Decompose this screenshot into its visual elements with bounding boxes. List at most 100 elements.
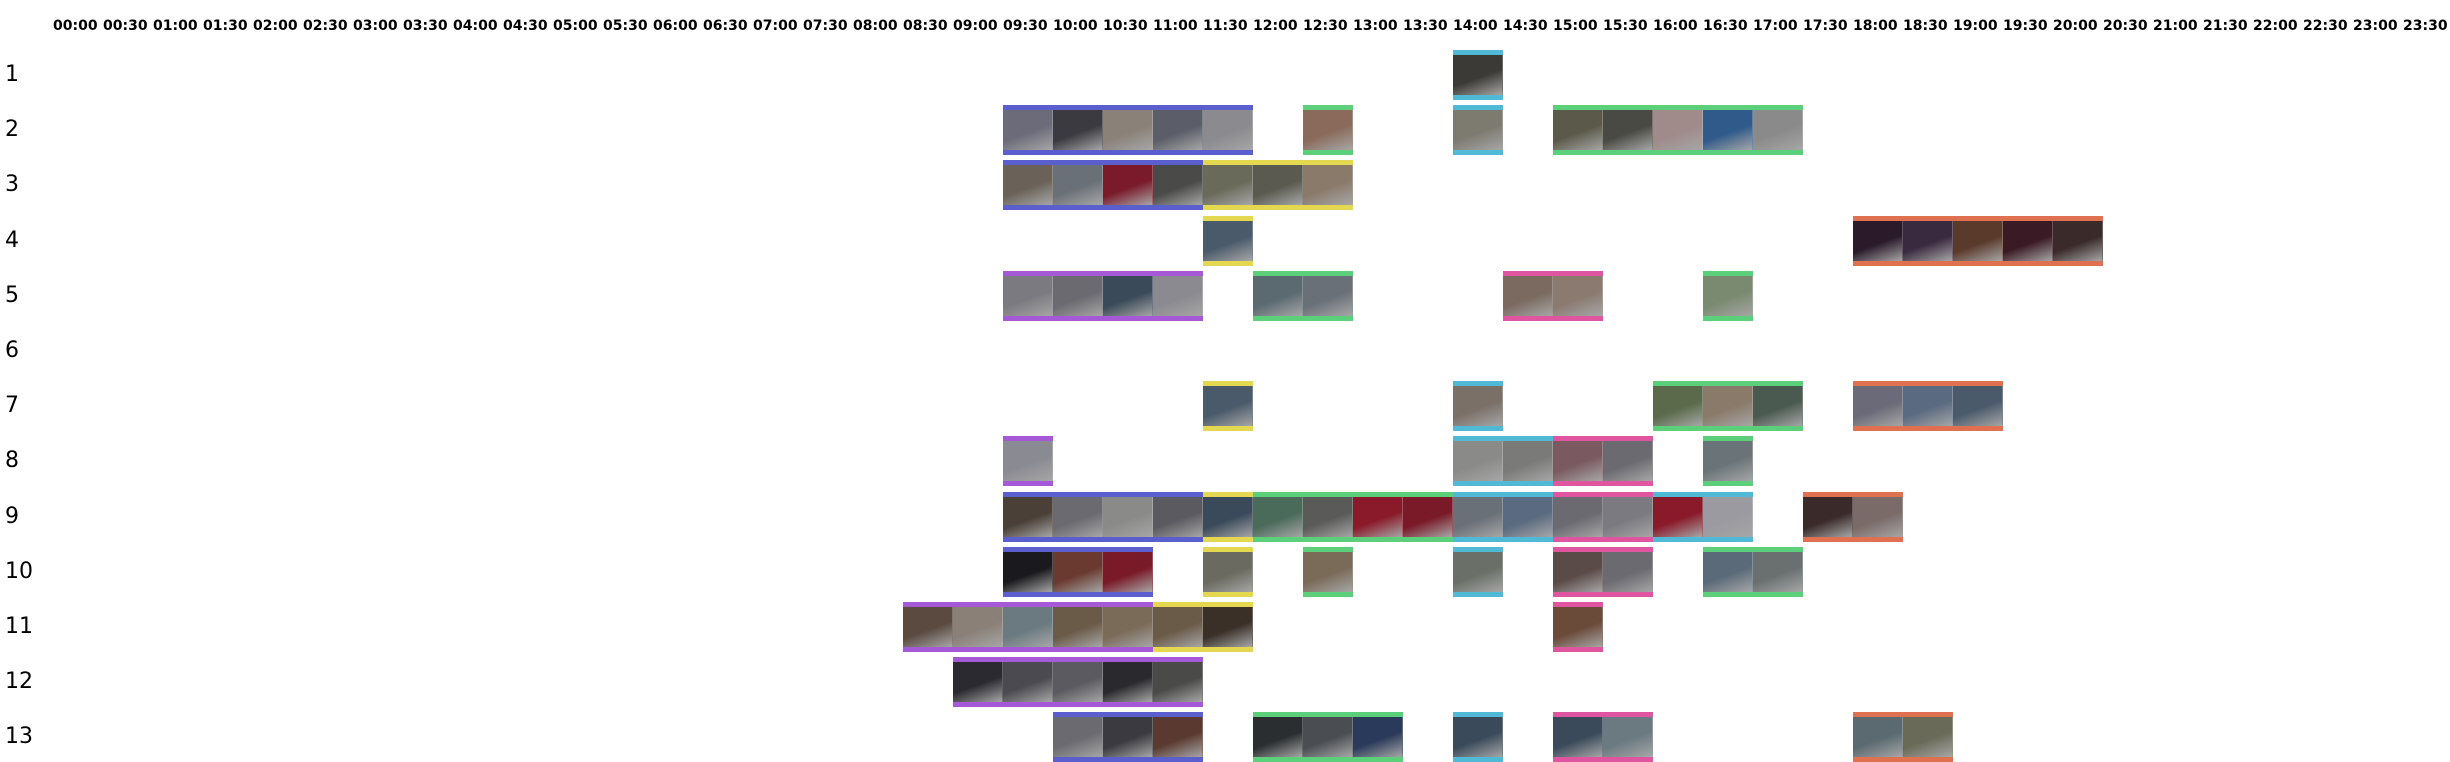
video-thumbnail[interactable] [1453,496,1503,537]
timeline-segment[interactable] [1003,491,1203,542]
video-thumbnail[interactable] [1253,165,1303,206]
timeline-segment[interactable] [1553,712,1653,762]
video-thumbnail[interactable] [2003,220,2053,261]
video-thumbnail[interactable] [1103,607,1153,647]
video-thumbnail[interactable] [1503,496,1553,537]
video-thumbnail[interactable] [953,662,1003,703]
video-thumbnail[interactable] [1203,386,1253,427]
video-thumbnail[interactable] [1203,110,1253,151]
video-thumbnail[interactable] [1203,220,1253,261]
video-thumbnail[interactable] [1553,275,1603,316]
timeline-segment[interactable] [1253,491,1453,542]
video-thumbnail[interactable] [1103,551,1153,592]
video-thumbnail[interactable] [1703,496,1753,537]
timeline-segment[interactable] [1553,602,1603,652]
video-thumbnail[interactable] [1003,662,1053,703]
video-thumbnail[interactable] [1003,551,1053,592]
timeline-segment[interactable] [1453,491,1553,542]
video-thumbnail[interactable] [1853,386,1903,427]
video-thumbnail[interactable] [1703,275,1753,316]
timeline-segment[interactable] [953,657,1203,708]
video-thumbnail[interactable] [1553,110,1603,151]
video-thumbnail[interactable] [1303,717,1353,758]
video-thumbnail[interactable] [1903,386,1953,427]
video-thumbnail[interactable] [1453,110,1503,151]
video-thumbnail[interactable] [1253,496,1303,537]
video-thumbnail[interactable] [1053,496,1103,537]
video-thumbnail[interactable] [1803,496,1853,537]
video-thumbnail[interactable] [1153,662,1203,703]
video-thumbnail[interactable] [1353,717,1403,758]
video-thumbnail[interactable] [1653,110,1703,151]
video-thumbnail[interactable] [953,607,1003,647]
video-thumbnail[interactable] [1703,386,1753,427]
video-thumbnail[interactable] [1703,110,1753,151]
video-thumbnail[interactable] [1053,607,1103,647]
timeline-segment[interactable] [1203,381,1253,432]
video-thumbnail[interactable] [1153,717,1203,758]
video-thumbnail[interactable] [1703,551,1753,592]
timeline-segment[interactable] [1253,270,1353,321]
video-thumbnail[interactable] [1253,275,1303,316]
video-thumbnail[interactable] [1653,496,1703,537]
video-thumbnail[interactable] [1553,496,1603,537]
timeline-segment[interactable] [1253,712,1403,762]
video-thumbnail[interactable] [1653,386,1703,427]
video-thumbnail[interactable] [1953,220,2003,261]
timeline-segment[interactable] [1003,546,1103,597]
video-thumbnail[interactable] [1053,551,1103,592]
video-thumbnail[interactable] [2053,220,2103,261]
video-thumbnail[interactable] [1853,496,1903,537]
video-thumbnail[interactable] [1153,110,1203,151]
video-thumbnail[interactable] [1303,551,1353,592]
timeline-segment[interactable] [1453,436,1553,487]
video-thumbnail[interactable] [1503,275,1553,316]
video-thumbnail[interactable] [1553,607,1603,647]
timeline-segment[interactable] [1303,105,1353,156]
timeline-segment[interactable] [1203,546,1253,597]
timeline-segment[interactable] [1553,105,1803,156]
timeline-segment[interactable] [1203,160,1353,211]
video-thumbnail[interactable] [1103,496,1153,537]
timeline-segment[interactable] [1803,491,1903,542]
video-thumbnail[interactable] [1003,165,1053,206]
video-thumbnail[interactable] [1153,496,1203,537]
video-thumbnail[interactable] [1453,386,1503,427]
video-thumbnail[interactable] [1853,220,1903,261]
timeline-segment[interactable] [1203,215,1253,266]
video-thumbnail[interactable] [1353,496,1403,537]
timeline-segment[interactable] [903,602,1153,652]
video-thumbnail[interactable] [1053,165,1103,206]
video-thumbnail[interactable] [1103,717,1153,758]
timeline-segment[interactable] [1553,491,1653,542]
timeline-segment[interactable] [1453,105,1503,156]
timeline-segment[interactable] [1703,270,1753,321]
video-thumbnail[interactable] [1903,220,1953,261]
video-thumbnail[interactable] [1053,662,1103,703]
video-thumbnail[interactable] [1253,717,1303,758]
video-thumbnail[interactable] [1603,441,1653,482]
video-thumbnail[interactable] [1853,717,1903,758]
video-thumbnail[interactable] [1103,110,1153,151]
video-thumbnail[interactable] [1753,551,1803,592]
video-thumbnail[interactable] [1053,275,1103,316]
video-thumbnail[interactable] [1953,386,2003,427]
video-thumbnail[interactable] [1153,607,1203,647]
video-thumbnail[interactable] [1103,165,1153,206]
timeline-segment[interactable] [1703,546,1803,597]
video-thumbnail[interactable] [1203,496,1253,537]
timeline-segment[interactable] [1153,602,1253,652]
timeline-segment[interactable] [1003,436,1053,487]
video-thumbnail[interactable] [1453,441,1503,482]
video-thumbnail[interactable] [1503,441,1553,482]
timeline-segment[interactable] [1853,712,1953,762]
video-thumbnail[interactable] [1303,165,1353,206]
timeline-segment[interactable] [1003,270,1203,321]
video-thumbnail[interactable] [1303,110,1353,151]
timeline-segment[interactable] [1003,105,1253,156]
video-thumbnail[interactable] [1203,165,1253,206]
video-thumbnail[interactable] [1603,551,1653,592]
video-thumbnail[interactable] [1903,717,1953,758]
video-thumbnail[interactable] [1453,717,1503,758]
timeline-segment[interactable] [1853,215,2103,266]
